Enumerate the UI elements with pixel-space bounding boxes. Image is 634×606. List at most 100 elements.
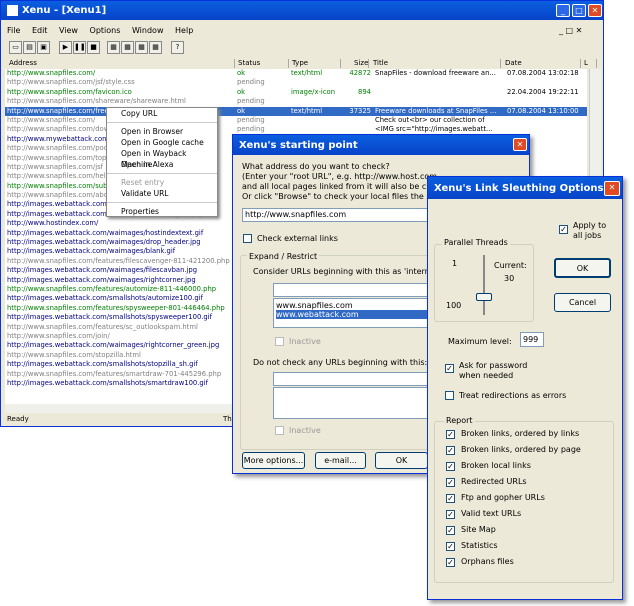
menu-edit[interactable]: Edit xyxy=(32,26,48,35)
cell-date: 22.04.2004 19:22:11 xyxy=(507,87,579,96)
root-url-input[interactable]: http://www.snapfiles.com xyxy=(242,208,442,222)
col-date[interactable]: Date xyxy=(501,59,581,68)
more-options-button[interactable]: More options... xyxy=(242,452,305,469)
col-size[interactable]: Size xyxy=(341,59,369,68)
table-row[interactable]: http://www.snapfiles.com/favicon.ico ok im… xyxy=(5,88,587,97)
table-row[interactable]: http://www.snapfiles.com/pending Check ou… xyxy=(5,116,587,125)
ask-password-label: Ask for password when needed xyxy=(459,361,528,380)
table-row[interactable]: http://www.snapfiles.com/jsf/style.css pe… xyxy=(5,78,587,87)
cell-address: http://images.webattack.com/waimages/rig… xyxy=(7,341,220,350)
report-checkbox[interactable]: ✓ xyxy=(446,558,455,567)
cell-address: http://images.webattack.com/waimages/bla… xyxy=(7,247,176,256)
close-button[interactable]: ✕ xyxy=(588,4,602,17)
app-icon xyxy=(7,5,18,16)
start-close-button[interactable]: ✕ xyxy=(513,138,527,151)
cell-address: http://images.webattack.com/waimages/dro… xyxy=(7,238,201,247)
table-row[interactable]: http://www.snapfiles.com/freeware/freewa… xyxy=(5,106,587,116)
report-checkbox[interactable]: ✓ xyxy=(446,494,455,503)
cell-title: Freeware downloads at SnapFiles ... xyxy=(375,106,497,115)
cell-date: 07.08.2004 13:10:00 xyxy=(507,106,579,115)
menu-view[interactable]: View xyxy=(59,26,78,35)
pause-icon[interactable]: ❚❚ xyxy=(73,41,86,54)
report-checkbox[interactable]: ✓ xyxy=(446,462,455,471)
ctx-properties[interactable]: Properties xyxy=(107,206,217,217)
cell-address: http://images.webattack.com/waimages/hos… xyxy=(7,228,204,237)
menu-options[interactable]: Options xyxy=(90,26,121,35)
ctx-copy-url[interactable]: Copy URL xyxy=(107,108,217,119)
col-type[interactable]: Type xyxy=(289,59,341,68)
child-window-controls[interactable]: _ □ ✕ xyxy=(559,26,582,35)
internal-list[interactable]: www.snapfiles.com www.webattack.com xyxy=(273,298,433,328)
check-external-checkbox[interactable] xyxy=(243,234,252,243)
report-checkbox[interactable]: ✓ xyxy=(446,542,455,551)
ctx-open-alexa[interactable]: Open in Alexa xyxy=(107,159,217,170)
report-item-label: Valid text URLs xyxy=(461,509,522,518)
threads-slider[interactable] xyxy=(483,255,485,315)
ctx-open-browser[interactable]: Open in Browser xyxy=(107,126,217,137)
ctx-open-google[interactable]: Open in Google cache xyxy=(107,137,217,148)
inactive-label-2: Inactive xyxy=(289,426,321,435)
new-icon[interactable]: ▭ xyxy=(9,41,22,54)
cell-type: image/x-icon xyxy=(291,87,336,96)
start-title: Xenu's starting point xyxy=(239,139,358,151)
open-icon[interactable]: ▤ xyxy=(23,41,36,54)
cell-address: http://www.snapfiles.com/features/automi… xyxy=(7,284,217,293)
internal-item[interactable]: www.webattack.com xyxy=(276,310,432,319)
do-not-check-label: Do not check any URLs beginning with thi… xyxy=(253,358,428,367)
internal-item[interactable]: www.snapfiles.com xyxy=(276,301,432,310)
stop-icon[interactable]: ■ xyxy=(87,41,100,54)
treat-redirect-checkbox[interactable] xyxy=(445,391,454,400)
status-text: Ready xyxy=(7,415,29,423)
threads-slider-thumb[interactable] xyxy=(476,293,492,302)
properties-icon[interactable]: ▦ xyxy=(149,41,162,54)
ask-password-checkbox[interactable]: ✓ xyxy=(445,364,454,373)
menu-file[interactable]: File xyxy=(7,26,20,35)
menu-window[interactable]: Window xyxy=(132,26,164,35)
report-icon[interactable]: ▦ xyxy=(107,41,120,54)
report-checkbox[interactable]: ✓ xyxy=(446,430,455,439)
cell-size: 42872 xyxy=(349,69,371,77)
new-internal-input[interactable] xyxy=(273,283,433,297)
col-status[interactable]: Status xyxy=(235,59,289,68)
col-title[interactable]: Title xyxy=(369,59,501,68)
current-label: Current: xyxy=(494,261,527,270)
report-checkbox[interactable]: ✓ xyxy=(446,478,455,487)
exclude-input[interactable] xyxy=(273,372,433,386)
options-dialog: Xenu's Link Sleuthing Options ✕ Parallel… xyxy=(427,176,623,600)
apply-all-checkbox[interactable]: ✓ xyxy=(559,225,568,234)
copy-icon[interactable]: ▦ xyxy=(121,41,134,54)
exclude-list[interactable] xyxy=(273,387,433,419)
maximize-button[interactable]: □ xyxy=(572,4,586,17)
cell-address: http://www.snapfiles.com/ xyxy=(7,69,96,77)
ctx-validate-url[interactable]: Validate URL xyxy=(107,188,217,199)
table-row[interactable]: http://www.snapfiles.com/ok text/html 4287… xyxy=(5,69,587,78)
ctx-open-wayback[interactable]: Open in Wayback Machine xyxy=(107,148,217,169)
save-icon[interactable]: ▣ xyxy=(37,41,50,54)
print-icon[interactable]: ▦ xyxy=(135,41,148,54)
menu-help[interactable]: Help xyxy=(175,26,193,35)
start-ok-button[interactable]: OK xyxy=(375,452,428,469)
help-icon[interactable]: ? xyxy=(171,41,184,54)
minimize-button[interactable]: _ xyxy=(556,4,570,17)
report-checkbox[interactable]: ✓ xyxy=(446,510,455,519)
cell-status: pending xyxy=(237,78,265,87)
cell-address: http://www.snapfiles.com/shareware/share… xyxy=(7,97,186,106)
max-level-input[interactable]: 999 xyxy=(520,332,544,347)
options-close-button[interactable]: ✕ xyxy=(604,181,620,196)
play-icon[interactable]: ▶ xyxy=(59,41,72,54)
col-address[interactable]: Address xyxy=(5,59,235,68)
cell-size: 37325 xyxy=(349,106,371,115)
report-checkbox[interactable]: ✓ xyxy=(446,526,455,535)
table-row[interactable]: http://www.snapfiles.com/shareware/share… xyxy=(5,97,587,106)
col-extra[interactable]: L xyxy=(581,59,597,68)
start-hint-1: (Enter your "root URL", e.g. http://www.… xyxy=(242,172,438,181)
options-ok-button[interactable]: OK xyxy=(554,258,611,278)
threads-label: Parallel Threads xyxy=(442,238,510,247)
email-button[interactable]: e-mail... xyxy=(315,452,366,469)
report-checkbox[interactable]: ✓ xyxy=(446,446,455,455)
cell-address: http://www.snapfiles.com/features/filesc… xyxy=(7,256,230,265)
start-question: What address do you want to check? xyxy=(242,162,390,171)
context-menu: Copy URL Open in Browser Open in Google … xyxy=(106,107,218,217)
report-item-label: Broken links, ordered by links xyxy=(461,429,580,438)
options-cancel-button[interactable]: Cancel xyxy=(554,293,611,312)
